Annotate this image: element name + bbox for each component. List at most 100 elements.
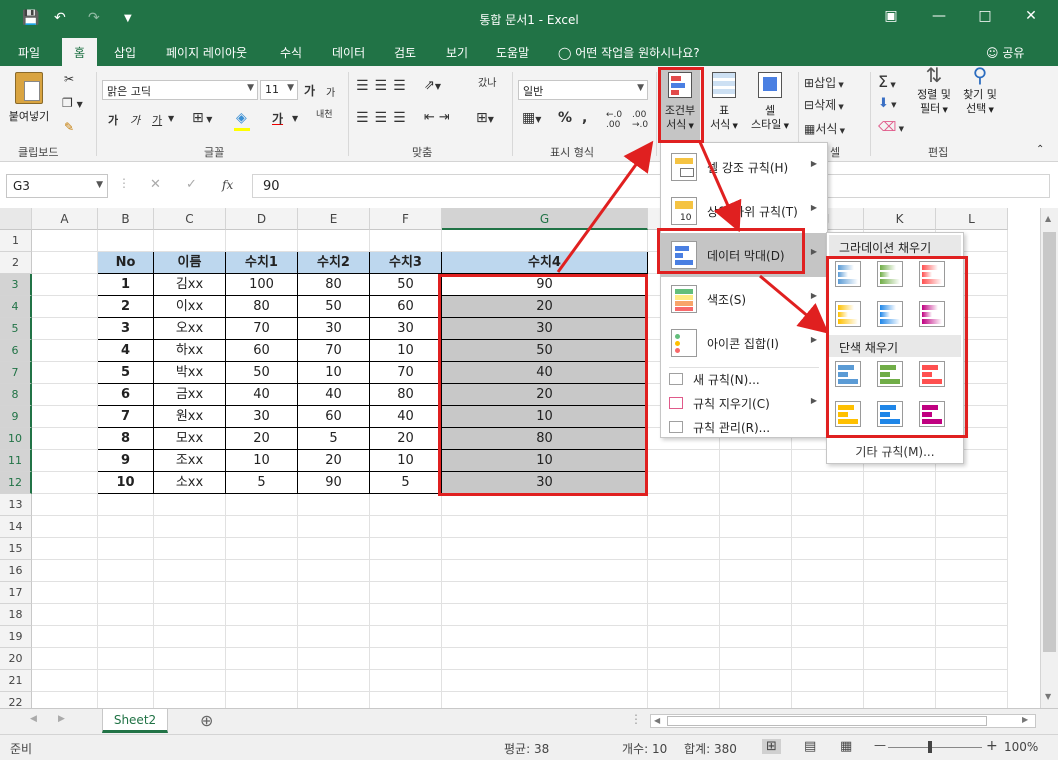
vertical-align-icons[interactable]: ☰☰☰	[356, 78, 412, 94]
horizontal-scrollbar[interactable]: ◀	[650, 714, 1036, 728]
cell-g13[interactable]	[442, 494, 648, 516]
menu-item-data-bars[interactable]: 데이터 막대(D) ▶	[661, 233, 827, 277]
tab-view[interactable]: 보기	[446, 44, 468, 61]
cell-i16[interactable]	[720, 560, 792, 582]
cell-b8[interactable]: 6	[98, 384, 154, 406]
bold-button[interactable]: 가	[108, 112, 118, 128]
cell-l20[interactable]	[936, 648, 1008, 670]
menu-item-icon-sets[interactable]: 아이콘 집합(I) ▶	[661, 321, 827, 365]
cell-a12[interactable]	[32, 472, 98, 494]
cell-a21[interactable]	[32, 670, 98, 692]
cell-j13[interactable]	[792, 494, 864, 516]
cell-e12[interactable]: 90	[298, 472, 370, 494]
cell-d22[interactable]	[226, 692, 298, 708]
cell-e8[interactable]: 40	[298, 384, 370, 406]
cell-f17[interactable]	[370, 582, 442, 604]
cell-i15[interactable]	[720, 538, 792, 560]
row-header-9[interactable]: 9	[0, 406, 32, 428]
font-size-combo[interactable]: 11 ▼	[260, 80, 298, 100]
cell-k13[interactable]	[864, 494, 936, 516]
zoom-in-icon[interactable]: +	[986, 738, 998, 754]
cell-e2[interactable]: 수치2	[298, 252, 370, 274]
solid-data-bar-option[interactable]	[919, 361, 945, 387]
cell-k20[interactable]	[864, 648, 936, 670]
cell-d15[interactable]	[226, 538, 298, 560]
cell-j20[interactable]	[792, 648, 864, 670]
enter-icon[interactable]: ✓	[186, 177, 197, 192]
cell-k12[interactable]	[864, 472, 936, 494]
format-painter-icon[interactable]: ✎	[64, 120, 74, 134]
cell-a22[interactable]	[32, 692, 98, 708]
format-as-table-button[interactable]: 표 서식 ▼	[704, 68, 744, 133]
cell-e9[interactable]: 60	[298, 406, 370, 428]
cell-c1[interactable]	[154, 230, 226, 252]
cell-a16[interactable]	[32, 560, 98, 582]
tab-insert[interactable]: 삽입	[114, 44, 136, 61]
column-header-e[interactable]: E	[298, 208, 370, 230]
accounting-format-icon[interactable]: ▦▼	[522, 110, 541, 126]
cell-b11[interactable]: 9	[98, 450, 154, 472]
find-select-button[interactable]: ⚲ 찾기 및 선택 ▼	[958, 65, 1002, 117]
cell-b2[interactable]: No	[98, 252, 154, 274]
menu-item-new-rule[interactable]: 새 규칙(N)...	[661, 367, 827, 391]
cell-d16[interactable]	[226, 560, 298, 582]
cell-f2[interactable]: 수치3	[370, 252, 442, 274]
column-header-a[interactable]: A	[32, 208, 98, 230]
row-header-11[interactable]: 11	[0, 450, 32, 472]
cell-d7[interactable]: 50	[226, 362, 298, 384]
cell-e3[interactable]: 80	[298, 274, 370, 296]
cell-k14[interactable]	[864, 516, 936, 538]
cell-d12[interactable]: 5	[226, 472, 298, 494]
cell-b13[interactable]	[98, 494, 154, 516]
cancel-icon[interactable]: ✕	[150, 177, 161, 192]
cell-l12[interactable]	[936, 472, 1008, 494]
cell-k18[interactable]	[864, 604, 936, 626]
borders-icon[interactable]: ⊞ ▼	[192, 110, 212, 126]
italic-button[interactable]: 가	[130, 112, 140, 128]
cell-j19[interactable]	[792, 626, 864, 648]
cell-k21[interactable]	[864, 670, 936, 692]
cell-c12[interactable]: 소xx	[154, 472, 226, 494]
menu-item-color-scales[interactable]: 색조(S) ▶	[661, 277, 827, 321]
cell-b20[interactable]	[98, 648, 154, 670]
cell-e11[interactable]: 20	[298, 450, 370, 472]
cell-j15[interactable]	[792, 538, 864, 560]
underline-button[interactable]: 가	[152, 112, 162, 128]
cell-j21[interactable]	[792, 670, 864, 692]
cut-icon[interactable]: ✂	[64, 72, 74, 86]
format-cells-button[interactable]: ▦서식 ▼	[804, 120, 845, 137]
row-header-22[interactable]: 22	[0, 692, 32, 708]
cell-a5[interactable]	[32, 318, 98, 340]
cell-g4[interactable]: 20	[442, 296, 648, 318]
cell-d10[interactable]: 20	[226, 428, 298, 450]
cell-l13[interactable]	[936, 494, 1008, 516]
zoom-level[interactable]: 100%	[1004, 740, 1038, 754]
cell-b9[interactable]: 7	[98, 406, 154, 428]
cell-f3[interactable]: 50	[370, 274, 442, 296]
cell-j17[interactable]	[792, 582, 864, 604]
tab-page-layout[interactable]: 페이지 레이아웃	[166, 44, 247, 61]
autosum-icon[interactable]: Σ ▼	[878, 72, 896, 91]
gradient-data-bar-option[interactable]	[835, 261, 861, 287]
row-header-7[interactable]: 7	[0, 362, 32, 384]
delete-cells-button[interactable]: ⊟삭제 ▼	[804, 96, 844, 113]
cell-l15[interactable]	[936, 538, 1008, 560]
cell-h13[interactable]	[648, 494, 720, 516]
cell-e13[interactable]	[298, 494, 370, 516]
cell-d9[interactable]: 30	[226, 406, 298, 428]
cell-h21[interactable]	[648, 670, 720, 692]
cell-c9[interactable]: 원xx	[154, 406, 226, 428]
cell-h15[interactable]	[648, 538, 720, 560]
cell-b4[interactable]: 2	[98, 296, 154, 318]
cell-f9[interactable]: 40	[370, 406, 442, 428]
cell-f4[interactable]: 60	[370, 296, 442, 318]
cell-c22[interactable]	[154, 692, 226, 708]
cell-i12[interactable]	[720, 472, 792, 494]
cell-i18[interactable]	[720, 604, 792, 626]
cell-d4[interactable]: 80	[226, 296, 298, 318]
tab-formulas[interactable]: 수식	[280, 44, 302, 61]
formula-input[interactable]: 90	[252, 174, 1050, 198]
comma-style-icon[interactable]: ,	[582, 110, 587, 126]
zoom-out-icon[interactable]: —	[874, 738, 886, 752]
menu-item-clear-rules[interactable]: 규칙 지우기(C) ▶	[661, 391, 827, 415]
